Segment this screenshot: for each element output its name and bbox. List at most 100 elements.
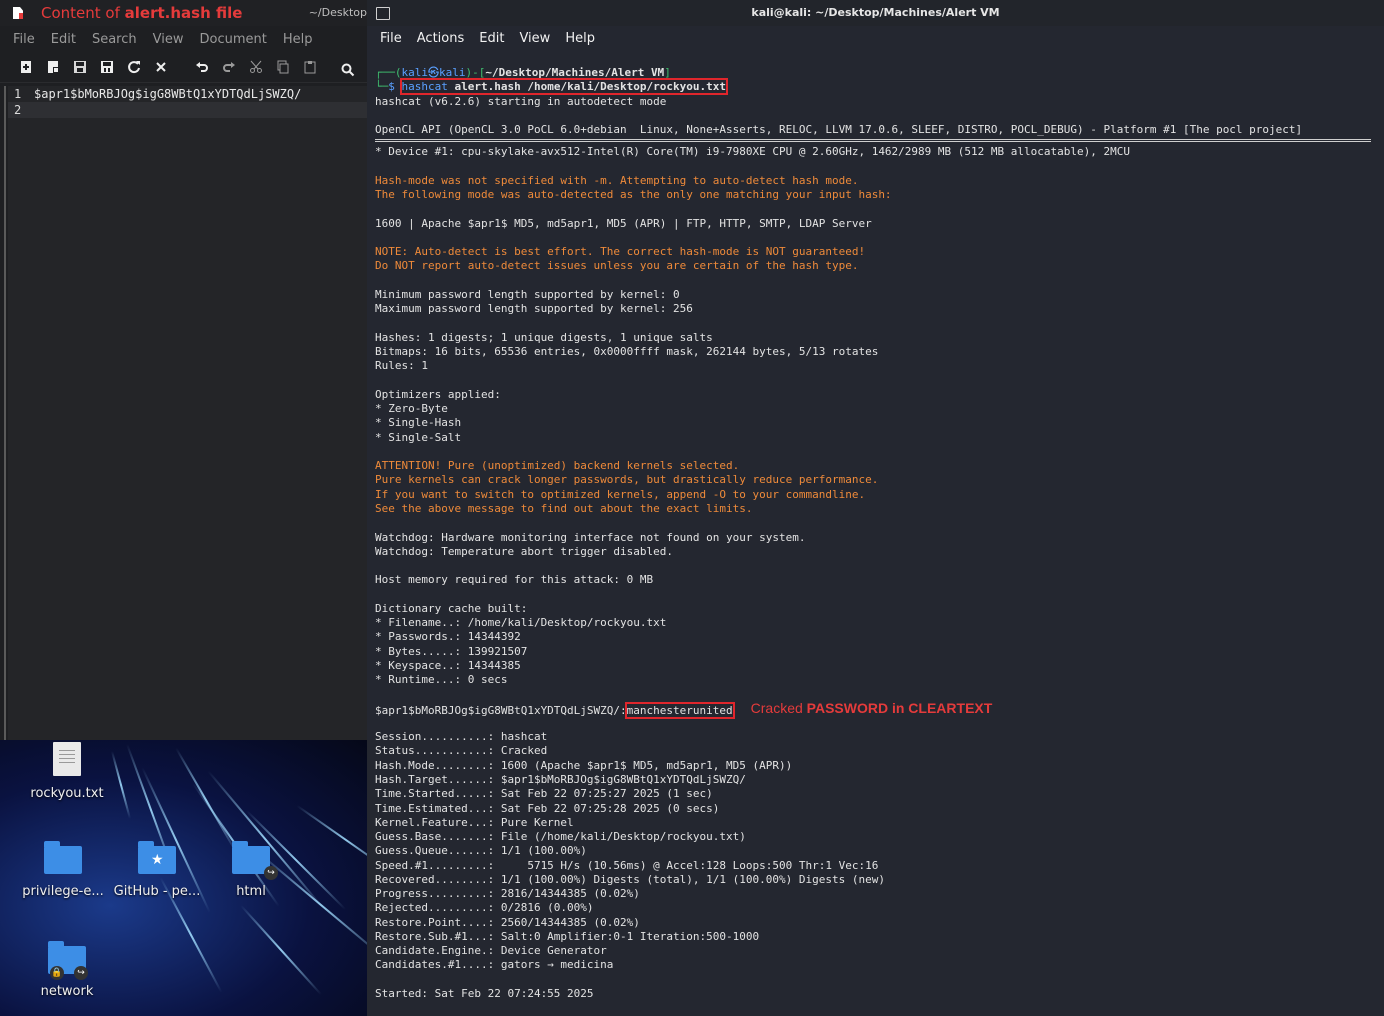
reload-icon[interactable] bbox=[120, 55, 147, 79]
status-line: Status...........: Cracked bbox=[375, 744, 548, 758]
output-line: * Runtime...: 0 secs bbox=[375, 673, 508, 687]
linked-folder-icon: ↪ bbox=[232, 841, 278, 880]
menu-document[interactable]: Document bbox=[199, 32, 266, 47]
toolbar-separator bbox=[174, 55, 188, 79]
separator-line bbox=[375, 139, 1371, 143]
editor-line: 1 $apr1$bMoRBJOg$igG8WBtQ1xYDTQdLjSWZQ/ bbox=[8, 86, 367, 102]
menu-search[interactable]: Search bbox=[92, 32, 137, 47]
status-line: Started: Sat Feb 22 07:24:55 2025 bbox=[375, 987, 594, 1000]
editor-path: ~/Desktop bbox=[308, 6, 367, 19]
output-line: Rules: 1 bbox=[375, 359, 428, 373]
cracked-password-callout: Cracked PASSWORD in CLEARTEXT bbox=[750, 699, 993, 716]
output-line: * Passwords.: 14344392 bbox=[375, 630, 521, 644]
output-line: Host memory required for this attack: 0 … bbox=[375, 573, 654, 587]
status-line: Rejected.........: 0/2816 (0.00%) bbox=[375, 901, 594, 915]
output-line: Bitmaps: 16 bits, 65536 entries, 0x0000f… bbox=[375, 345, 879, 359]
paste-icon[interactable] bbox=[296, 55, 323, 79]
editor-left-edge bbox=[4, 86, 6, 740]
terminal-title: kali@kali: ~/Desktop/Machines/Alert VM bbox=[751, 6, 1000, 19]
desktop-icon-label: rockyou.txt bbox=[30, 786, 104, 801]
output-line: Watchdog: Temperature abort trigger disa… bbox=[375, 544, 674, 558]
menu-edit[interactable]: Edit bbox=[479, 31, 504, 46]
status-line: Candidate.Engine.: Device Generator bbox=[375, 944, 607, 958]
cracked-result-line: $apr1$bMoRBJOg$igG8WBtQ1xYDTQdLjSWZQ/:ma… bbox=[375, 699, 1384, 719]
menu-file[interactable]: File bbox=[380, 31, 402, 46]
output-line: Dictionary cache built: bbox=[375, 601, 528, 615]
status-line bbox=[375, 973, 1384, 987]
cracked-hash: $apr1$bMoRBJOg$igG8WBtQ1xYDTQdLjSWZQ/: bbox=[375, 703, 627, 717]
prompt-line: ┌──(kali㉿kali)-[~/Desktop/Machines/Alert… bbox=[375, 66, 671, 79]
editor-text-area[interactable]: 1 $apr1$bMoRBJOg$igG8WBtQ1xYDTQdLjSWZQ/ … bbox=[8, 86, 367, 740]
status-line: Kernel.Feature...: Pure Kernel bbox=[375, 815, 574, 829]
warning-line: The following mode was auto-detected as … bbox=[375, 188, 892, 202]
editor-line-current: 2 bbox=[8, 102, 367, 118]
menu-view[interactable]: View bbox=[153, 32, 184, 47]
locked-folder-icon: 🔒 ↪ bbox=[48, 941, 88, 980]
editor-menubar: File Edit Search View Document Help bbox=[0, 26, 367, 52]
status-line: Hash.Mode........: 1600 (Apache $apr1$ M… bbox=[375, 758, 793, 772]
new-window-icon[interactable] bbox=[39, 55, 66, 79]
warning-line: ATTENTION! Pure (unoptimized) backend ke… bbox=[375, 459, 740, 473]
text-file-icon bbox=[53, 742, 81, 776]
output-line: * Bytes.....: 139921507 bbox=[375, 644, 528, 658]
status-line: Restore.Sub.#1...: Salt:0 Amplifier:0-1 … bbox=[375, 929, 760, 943]
menu-edit[interactable]: Edit bbox=[51, 32, 76, 47]
status-line: Time.Started.....: Sat Feb 22 07:25:27 2… bbox=[375, 787, 713, 801]
menu-help[interactable]: Help bbox=[283, 32, 313, 47]
line-number: 2 bbox=[14, 103, 22, 117]
save-as-icon[interactable] bbox=[93, 55, 120, 79]
status-line: Speed.#1.........: 5715 H/s (10.56ms) @ … bbox=[375, 858, 879, 872]
status-line: Progress.........: 2816/14344385 (0.02%) bbox=[375, 887, 640, 901]
output-line: Optimizers applied: bbox=[375, 387, 501, 401]
editor-title: Content of alert.hash file bbox=[41, 4, 243, 22]
output-line: OpenCL API (OpenCL 3.0 PoCL 6.0+debian L… bbox=[375, 123, 1303, 137]
warning-line: Do NOT report auto-detect issues unless … bbox=[375, 259, 859, 273]
terminal-output[interactable]: ┌──(kali㉿kali)-[~/Desktop/Machines/Alert… bbox=[375, 66, 1384, 1001]
output-line: * Keyspace..: 14344385 bbox=[375, 658, 521, 672]
output-line: Watchdog: Hardware monitoring interface … bbox=[375, 530, 806, 544]
cut-icon[interactable] bbox=[242, 55, 269, 79]
folder-icon bbox=[44, 841, 82, 874]
desktop-icon-html[interactable]: ↪ html bbox=[196, 841, 306, 899]
status-line: Recovered........: 1/1 (100.00%) Digests… bbox=[375, 872, 885, 886]
undo-icon[interactable] bbox=[188, 55, 215, 79]
menu-view[interactable]: View bbox=[519, 31, 550, 46]
warning-line: Pure kernels can crack longer passwords,… bbox=[375, 473, 879, 487]
warning-line: See the above message to find out about … bbox=[375, 501, 753, 515]
output-line: * Single-Hash bbox=[375, 416, 462, 430]
output-line: Minimum password length supported by ker… bbox=[375, 287, 680, 301]
menu-actions[interactable]: Actions bbox=[417, 31, 465, 46]
line-text: $apr1$bMoRBJOg$igG8WBtQ1xYDTQdLjSWZQ/ bbox=[34, 87, 302, 101]
status-line: Guess.Queue......: 1/1 (100.00%) bbox=[375, 844, 587, 858]
desktop-background: rockyou.txt privilege-e... ★ GitHub - pe… bbox=[0, 740, 367, 1016]
copy-icon[interactable] bbox=[269, 55, 296, 79]
mousepad-app-icon bbox=[13, 7, 23, 19]
text-editor-window: Content of alert.hash file ~/Desktop Fil… bbox=[0, 0, 367, 740]
warning-line: Hash-mode was not specified with -m. Att… bbox=[375, 173, 859, 187]
redo-icon[interactable] bbox=[215, 55, 242, 79]
desktop-icon-rockyou[interactable]: rockyou.txt bbox=[12, 742, 122, 801]
new-document-icon[interactable] bbox=[12, 55, 39, 79]
close-icon[interactable] bbox=[147, 55, 174, 79]
terminal-window: kali@kali: ~/Desktop/Machines/Alert VM F… bbox=[367, 0, 1384, 1016]
warning-line: If you want to switch to optimized kerne… bbox=[375, 487, 866, 501]
status-line: Session..........: hashcat bbox=[375, 730, 548, 744]
desktop-icon-network[interactable]: 🔒 ↪ network bbox=[12, 941, 122, 999]
output-line: * Single-Salt bbox=[375, 430, 462, 444]
output-line: * Filename..: /home/kali/Desktop/rockyou… bbox=[375, 616, 667, 630]
output-line: * Zero-Byte bbox=[375, 402, 448, 416]
save-icon[interactable] bbox=[66, 55, 93, 79]
editor-titlebar[interactable]: Content of alert.hash file ~/Desktop bbox=[0, 0, 367, 26]
terminal-menubar: File Actions Edit View Help bbox=[367, 26, 1384, 50]
output-line: hashcat (v6.2.6) starting in autodetect … bbox=[375, 94, 667, 108]
cracked-password: manchesterunited bbox=[624, 701, 735, 719]
menu-file[interactable]: File bbox=[13, 32, 35, 47]
menu-help[interactable]: Help bbox=[565, 31, 595, 46]
output-line: 1600 | Apache $apr1$ MD5, md5apr1, MD5 (… bbox=[375, 216, 872, 230]
terminal-titlebar[interactable]: kali@kali: ~/Desktop/Machines/Alert VM bbox=[367, 0, 1384, 26]
search-icon[interactable] bbox=[334, 58, 361, 82]
